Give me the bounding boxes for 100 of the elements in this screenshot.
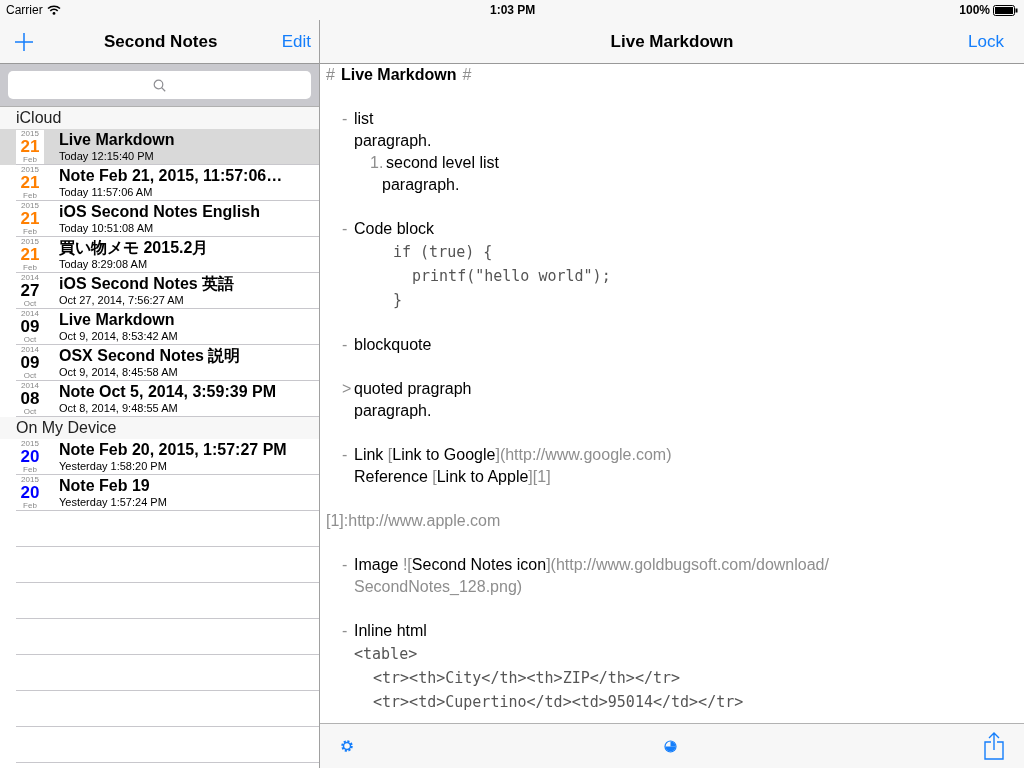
note-title: iOS Second Notes 英語 bbox=[59, 275, 235, 292]
markdown-text: } bbox=[393, 289, 403, 311]
note-title: iOS Second Notes English bbox=[59, 203, 260, 220]
progress-icon bbox=[664, 739, 677, 753]
list-marker: > bbox=[342, 379, 352, 399]
note-date: Today 12:15:40 PM bbox=[59, 150, 155, 162]
sidebar-title: Second Notes bbox=[104, 30, 218, 53]
markdown-text: # bbox=[326, 65, 335, 85]
markdown-text: [ bbox=[387, 445, 393, 465]
list-marker: - bbox=[342, 109, 348, 129]
markdown-text: # bbox=[462, 65, 472, 85]
section-header: iCloud bbox=[0, 107, 319, 129]
list-marker: 1. bbox=[370, 153, 384, 173]
markdown-text: Live Markdown bbox=[340, 65, 457, 85]
badge-month: Feb bbox=[23, 501, 37, 510]
markdown-text: <tr><td>Cupertino</td><td>95014</td></tr> bbox=[373, 691, 744, 713]
note-row[interactable]: 2015 21 Feb Live Markdown Today 12:15:40 PM bbox=[0, 129, 319, 165]
markdown-text: Link bbox=[354, 445, 385, 465]
list-marker: - bbox=[342, 335, 348, 355]
markdown-text: quoted pragraph bbox=[354, 379, 472, 399]
list-marker: - bbox=[342, 219, 348, 239]
note-date: Oct 27, 2014, 7:56:27 AM bbox=[59, 294, 185, 306]
badge-year: 2015 bbox=[21, 165, 39, 174]
note-date: Oct 8, 2014, 9:48:55 AM bbox=[59, 402, 179, 414]
settings-button[interactable] bbox=[340, 739, 354, 753]
badge-month: Feb bbox=[23, 263, 37, 272]
share-icon bbox=[984, 732, 1004, 760]
list-marker: - bbox=[342, 555, 348, 575]
badge-day: 20 bbox=[20, 483, 40, 502]
markdown-text: ](http://www.google.com) bbox=[495, 445, 672, 465]
badge-day: 27 bbox=[20, 281, 40, 300]
list-marker: - bbox=[342, 445, 348, 465]
badge-month: Oct bbox=[23, 299, 37, 308]
markdown-text: <tr><th>City</th><th>ZIP</th></tr> bbox=[373, 667, 681, 689]
search-icon bbox=[153, 78, 166, 92]
markdown-text: blockquote bbox=[354, 335, 432, 355]
badge-year: 2015 bbox=[21, 439, 39, 448]
badge-year: 2015 bbox=[21, 475, 39, 484]
note-title: Note Feb 21, 2015, 11:57:06… bbox=[59, 167, 283, 184]
markdown-text: Link to Apple bbox=[436, 467, 529, 487]
note-title: 買い物メモ 2015.2月 bbox=[59, 239, 209, 256]
markdown-text: paragraph. bbox=[354, 401, 432, 421]
note-title: Live Markdown bbox=[59, 131, 175, 148]
settings-icon bbox=[340, 739, 354, 753]
badge-year: 2014 bbox=[21, 309, 39, 318]
markdown-text: Reference bbox=[354, 467, 429, 487]
markdown-text: paragraph. bbox=[382, 175, 460, 195]
search-field[interactable] bbox=[8, 71, 311, 99]
badge-month: Feb bbox=[23, 227, 37, 236]
note-date: Yesterday 1:58:20 PM bbox=[59, 460, 168, 472]
note-heading: Live Markdown bbox=[610, 30, 734, 53]
wifi-icon bbox=[46, 5, 61, 15]
note-title: Live Markdown bbox=[59, 311, 176, 328]
markdown-text: Image bbox=[354, 555, 400, 575]
markdown-text: Inline html bbox=[354, 621, 427, 641]
clock-label: 1:03 PM bbox=[490, 2, 536, 19]
list-marker: - bbox=[342, 621, 348, 641]
carrier-label: Carrier bbox=[6, 2, 43, 19]
share-button[interactable] bbox=[984, 732, 1004, 760]
badge-day: 21 bbox=[20, 137, 40, 156]
note-date: Today 11:57:06 AM bbox=[59, 186, 154, 198]
note-date: Oct 9, 2014, 8:53:42 AM bbox=[59, 330, 178, 342]
add-button[interactable] bbox=[14, 31, 34, 52]
markdown-text: paragraph. bbox=[354, 131, 432, 151]
markdown-text: printf("hello world"); bbox=[412, 265, 611, 287]
battery-label: 100% bbox=[959, 2, 990, 19]
badge-year: 2015 bbox=[21, 129, 39, 138]
markdown-text: Second Notes icon bbox=[411, 555, 547, 575]
note-date: Today 10:51:08 AM bbox=[59, 222, 155, 234]
section-header: On My Device bbox=[0, 417, 319, 439]
badge-day: 21 bbox=[20, 209, 40, 228]
markdown-text: list bbox=[354, 109, 374, 129]
markdown-text: ][1] bbox=[528, 467, 551, 487]
badge-year: 2015 bbox=[21, 237, 39, 246]
plus-icon bbox=[14, 31, 34, 52]
badge-day: 21 bbox=[20, 245, 40, 264]
badge-day: 08 bbox=[20, 389, 40, 408]
note-date: Today 8:29:08 AM bbox=[59, 258, 149, 270]
note-date: Yesterday 1:57:24 PM bbox=[59, 496, 167, 508]
badge-year: 2014 bbox=[21, 345, 39, 354]
badge-year: 2015 bbox=[21, 201, 39, 210]
markdown-text: SecondNotes_128.png) bbox=[354, 577, 523, 597]
edit-button[interactable]: Edit bbox=[281, 28, 311, 55]
markdown-text: [1]:http://www.apple.com bbox=[326, 511, 501, 531]
note-title: Note Feb 20, 2015, 1:57:27 PM bbox=[59, 441, 287, 458]
markdown-text: ](http://www.goldbugsoft.com/download/ bbox=[546, 555, 829, 575]
markdown-text: Code block bbox=[354, 219, 435, 239]
badge-month: Oct bbox=[23, 407, 37, 416]
badge-day: 09 bbox=[20, 353, 40, 372]
badge-day: 21 bbox=[20, 173, 40, 192]
note-title: Note Oct 5, 2014, 3:59:39 PM bbox=[59, 383, 276, 400]
badge-month: Feb bbox=[23, 465, 37, 474]
note-title: Note Feb 19 bbox=[59, 477, 151, 494]
lock-button[interactable]: Lock bbox=[968, 28, 1004, 55]
note-date: Oct 9, 2014, 8:45:58 AM bbox=[59, 366, 179, 378]
badge-day: 20 bbox=[20, 447, 40, 466]
markdown-text: <table> bbox=[354, 643, 418, 665]
badge-month: Feb bbox=[23, 191, 37, 200]
battery-icon bbox=[993, 4, 1018, 16]
badge-year: 2014 bbox=[21, 273, 39, 282]
